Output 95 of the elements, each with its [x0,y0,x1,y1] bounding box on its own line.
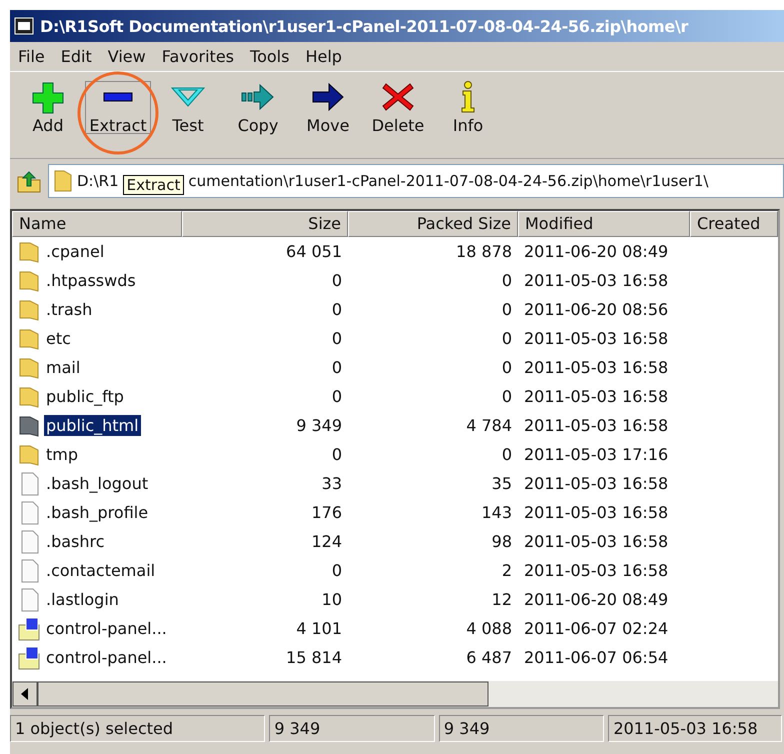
modified-cell-text: 2011-05-03 16:58 [523,329,670,348]
size-cell-text: 0 [330,445,343,464]
toolbar-button[interactable]: Move [294,80,362,135]
packed-size-cell-text: 0 [500,445,513,464]
status-panel: 1 object(s) selected [10,715,266,742]
file-name[interactable]: .trash [44,299,94,320]
packed-size-cell-text: 0 [500,300,513,319]
modified-cell-text: 2011-06-07 06:54 [523,648,670,667]
file-name[interactable]: .lastlogin [44,589,121,610]
modified-cell-text: 2011-05-03 16:58 [523,358,670,377]
modified-cell-text: 2011-06-20 08:49 [523,590,670,609]
horizontal-scrollbar[interactable] [12,681,778,707]
packed-size-cell-text: 4 784 [465,416,513,435]
column-header[interactable]: Name [12,211,182,237]
size-cell-text: 10 [320,590,343,609]
column-header[interactable]: Size [182,211,348,237]
packed-size-cell-text: 0 [500,358,513,377]
path-text: cumentation\r1user1-cPanel-2011-07-08-04-24-56.zip\home\r1user1\ [188,172,708,190]
modified-cell-text: 2011-05-03 16:58 [523,387,670,406]
toolbar-button[interactable]: Copy [224,80,292,135]
path-field[interactable]: D:\R1 Extract cumentation\r1user1-cPanel-2011-07-08-04-24-56.zip\home\r1user1\ [48,164,784,198]
modified-cell-text: 2011-05-03 16:58 [523,474,670,493]
menu-item[interactable]: View [102,46,152,67]
file-name[interactable]: .bash_logout [44,473,150,494]
file-name[interactable]: etc [44,328,73,349]
toolbar-button[interactable]: Info [434,80,502,135]
packed-size-cell-text: 0 [500,387,513,406]
modified-cell-text: 2011-05-03 16:58 [523,271,670,290]
status-panel: 9 349 [438,715,604,742]
modified-cell-text: 2011-05-03 16:58 [523,532,670,551]
size-cell-text: 0 [330,329,343,348]
menu-item[interactable]: Help [299,46,348,67]
column-header[interactable]: Created [690,211,778,237]
archive-file-icon [18,646,42,670]
modified-cell-text: 2011-06-20 08:49 [523,242,670,261]
toolbar-button[interactable]: Test [154,80,222,135]
size-cell-text: 176 [310,503,343,522]
menu-item[interactable]: Tools [244,46,296,67]
plus-icon [30,80,66,114]
column-header[interactable]: Modified [518,211,690,237]
menu-item[interactable]: Favorites [156,46,240,67]
size-cell-text: 9 349 [295,416,343,435]
packed-size-cell-text: 2 [500,561,513,580]
packed-size-cell-text: 6 487 [465,648,513,667]
packed-size-cell-text: 0 [500,271,513,290]
size-cell-text: 0 [330,561,343,580]
size-cell-text: 33 [320,474,343,493]
app-icon [14,17,34,35]
packed-size-cell-text: 98 [490,532,513,551]
file-name[interactable]: .cpanel [44,241,106,262]
archive-file-icon [18,616,42,640]
file-name[interactable]: public_ftp [44,386,126,407]
toolbar-button[interactable]: Add [14,80,82,135]
size-cell-text: 0 [330,358,343,377]
size-cell-text: 0 [330,300,343,319]
size-cell-text: 64 051 [285,242,343,261]
size-cell-text: 15 814 [285,648,343,667]
status-panel: 9 349 [269,715,435,742]
modified-cell-text: 2011-05-03 17:16 [523,445,670,464]
size-cell-text: 0 [330,387,343,406]
menu-item[interactable]: File [12,46,51,67]
packed-size-cell-text: 12 [490,590,513,609]
file-name[interactable]: .bashrc [44,531,107,552]
window-title: D:\R1Soft Documentation\r1user1-cPanel-2011-07-08-04-24-56.zip\home\r [40,16,688,36]
file-name[interactable]: .htpasswds [44,270,138,291]
file-name[interactable]: control-panel... [44,618,169,639]
menu-item[interactable]: Edit [54,46,98,67]
modified-cell-text: 2011-05-03 16:58 [523,416,670,435]
size-cell-text: 124 [310,532,343,551]
size-cell-text: 0 [330,271,343,290]
size-cell-text: 4 101 [295,619,343,638]
tooltip: Extract [122,175,184,195]
file-name[interactable]: public_html [44,415,141,436]
minus-icon [103,92,133,102]
modified-cell-text: 2011-05-03 16:58 [523,561,670,580]
packed-size-cell-text: 35 [490,474,513,493]
packed-size-cell-text: 0 [500,329,513,348]
toolbar-button[interactable]: Delete [364,80,432,135]
file-name[interactable]: .bash_profile [44,502,150,523]
arrow-icon [310,80,346,114]
packed-size-cell-text: 143 [480,503,513,522]
packed-size-cell-text: 4 088 [465,619,513,638]
file-name[interactable]: tmp [44,444,80,465]
modified-cell-text: 2011-06-20 08:56 [523,300,670,319]
column-header[interactable]: Packed Size [348,211,518,237]
folder-icon [53,169,73,193]
status-panel: 2011-05-03 16:58 [608,715,782,742]
path-text: D:\R1 [77,172,119,190]
packed-size-cell-text: 18 878 [455,242,513,261]
modified-cell-text: 2011-06-07 02:24 [523,619,670,638]
file-name[interactable]: control-panel... [44,647,169,668]
file-name[interactable]: mail [44,357,82,378]
modified-cell-text: 2011-05-03 16:58 [523,503,670,522]
file-name[interactable]: .contactemail [44,560,158,581]
chevron-icon [171,86,205,108]
